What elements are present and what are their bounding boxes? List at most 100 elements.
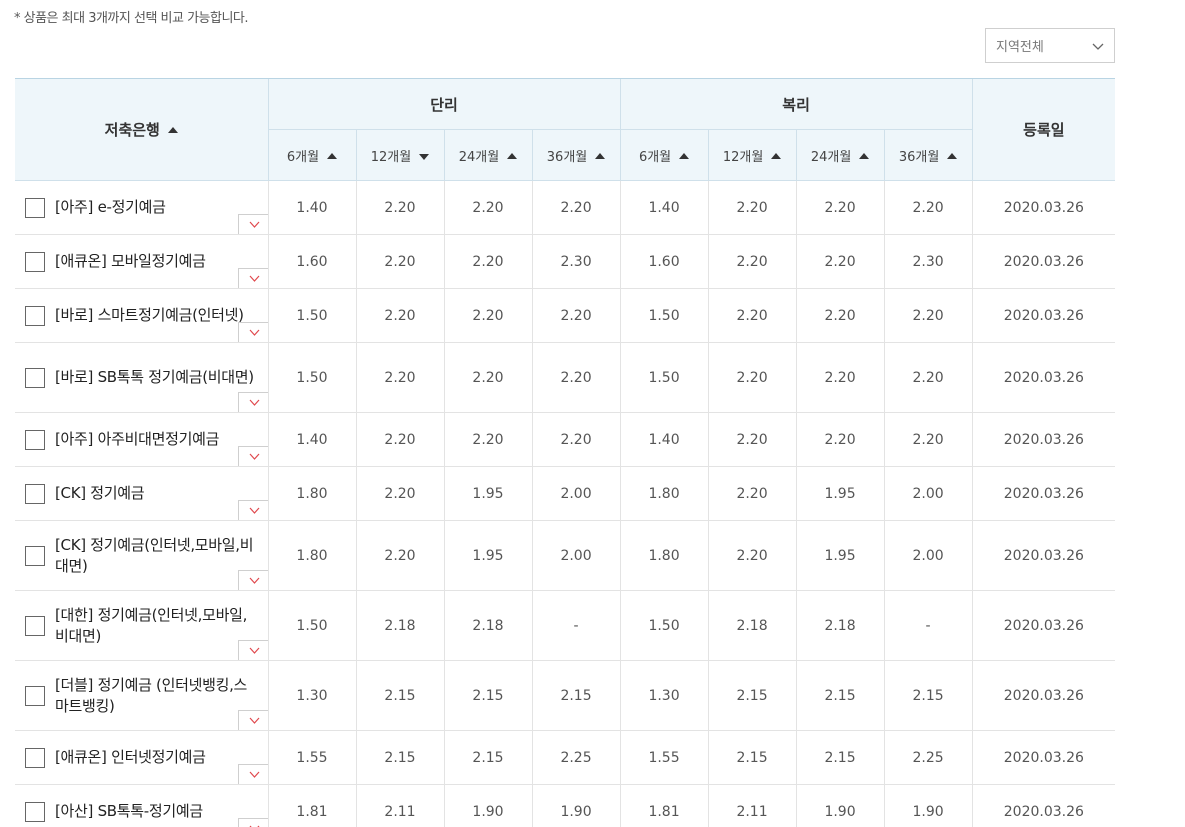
simple-rate-cell: 1.90 — [531, 784, 621, 827]
sort-asc-icon — [507, 152, 518, 159]
simple-rate-cell: 2.20 — [443, 412, 532, 467]
compound-rate-cell: 1.80 — [619, 466, 709, 521]
simple-rate-cell: 2.20 — [443, 342, 532, 413]
compare-checkbox[interactable] — [25, 747, 45, 768]
registered-date-cell: 2020.03.26 — [971, 466, 1116, 521]
simple-term-header-3[interactable]: 36개월 — [531, 129, 621, 181]
compound-term-header-2[interactable]: 24개월 — [795, 129, 885, 181]
compound-rate-cell: 1.90 — [795, 784, 885, 827]
simple-rate-cell: 2.20 — [531, 412, 621, 467]
simple-rate-cell: 2.20 — [443, 234, 532, 289]
simple-rate-cell: 2.00 — [531, 466, 621, 521]
simple-rate-cell: 2.20 — [355, 342, 444, 413]
compare-checkbox[interactable] — [25, 615, 45, 636]
compare-checkbox[interactable] — [25, 367, 45, 388]
simple-term-header-0[interactable]: 6개월 — [267, 129, 356, 181]
compound-term-header-1[interactable]: 12개월 — [707, 129, 797, 181]
registered-date-cell: 2020.03.26 — [971, 520, 1116, 591]
expand-details-button[interactable] — [237, 818, 268, 827]
expand-details-button[interactable] — [237, 214, 268, 234]
compare-checkbox[interactable] — [25, 305, 45, 326]
region-select[interactable]: 지역전체 — [985, 28, 1115, 63]
simple-rate-cell: 2.20 — [355, 180, 444, 235]
simple-rate-cell: 2.00 — [531, 520, 621, 591]
bank-column-header[interactable]: 저축은행 — [15, 78, 268, 181]
table-row: [CK] 정기예금(인터넷,모바일,비대면) 1.80 2.20 1.95 2.00 1.… — [15, 520, 1116, 591]
product-cell: [아산] SB톡톡-정기예금 — [15, 784, 268, 827]
compound-rate-cell: 2.20 — [707, 288, 797, 343]
product-name: [아주] 아주비대면정기예금 — [55, 430, 220, 448]
product-name-wrap: [아산] SB톡톡-정기예금 — [25, 801, 256, 822]
simple-rate-cell: 2.20 — [355, 466, 444, 521]
term-label: 6개월 — [638, 149, 672, 165]
expand-details-button[interactable] — [237, 764, 268, 784]
compare-checkbox[interactable] — [25, 483, 45, 504]
simple-rate-cell: 1.95 — [443, 466, 532, 521]
compound-rate-cell: 2.11 — [707, 784, 797, 827]
simple-rate-cell: 1.60 — [267, 234, 356, 289]
expand-details-button[interactable] — [237, 570, 268, 590]
expand-details-button[interactable] — [237, 392, 268, 412]
simple-rate-cell: 2.20 — [355, 288, 444, 343]
compare-checkbox[interactable] — [25, 197, 45, 218]
compound-rate-cell: 1.40 — [619, 412, 709, 467]
simple-rate-cell: 1.40 — [267, 180, 356, 235]
sort-asc-icon — [859, 152, 870, 159]
expand-details-button[interactable] — [237, 640, 268, 660]
chevron-down-icon — [249, 329, 259, 336]
product-cell: [바로] SB톡톡 정기예금(비대면) — [15, 342, 268, 413]
product-cell: [애큐온] 모바일정기예금 — [15, 234, 268, 289]
simple-term-header-2[interactable]: 24개월 — [443, 129, 532, 181]
product-name: [바로] SB톡톡 정기예금(비대면) — [55, 368, 254, 386]
simple-term-header-1[interactable]: 12개월 — [355, 129, 444, 181]
product-name: [애큐온] 인터넷정기예금 — [55, 748, 206, 766]
chevron-down-icon — [249, 647, 259, 654]
table-row: [바로] 스마트정기예금(인터넷) 1.50 2.20 2.20 2.20 1.50 2.2… — [15, 288, 1116, 343]
compare-checkbox[interactable] — [25, 685, 45, 706]
simple-rate-cell: 1.50 — [267, 590, 356, 661]
compound-rate-cell: 2.20 — [795, 234, 885, 289]
simple-rate-cell: 2.20 — [531, 342, 621, 413]
simple-rate-cell: 2.25 — [531, 730, 621, 785]
compound-rate-cell: 2.20 — [707, 520, 797, 591]
simple-interest-group-header: 단리 — [267, 78, 621, 130]
compound-term-header-0[interactable]: 6개월 — [619, 129, 709, 181]
product-cell: [CK] 정기예금 — [15, 466, 268, 521]
compare-checkbox[interactable] — [25, 801, 45, 822]
simple-rate-cell: 1.80 — [267, 520, 356, 591]
expand-details-button[interactable] — [237, 268, 268, 288]
compound-rate-cell: 2.20 — [707, 466, 797, 521]
compound-rate-cell: 2.15 — [795, 660, 885, 731]
compound-rate-cell: 1.40 — [619, 180, 709, 235]
expand-details-button[interactable] — [237, 710, 268, 730]
compound-term-header-3[interactable]: 36개월 — [883, 129, 973, 181]
simple-rate-cell: 2.15 — [443, 660, 532, 731]
expand-details-button[interactable] — [237, 322, 268, 342]
expand-details-button[interactable] — [237, 446, 268, 466]
product-cell: [애큐온] 인터넷정기예금 — [15, 730, 268, 785]
compare-checkbox[interactable] — [25, 429, 45, 450]
simple-rate-cell: 1.95 — [443, 520, 532, 591]
table-row: [아산] SB톡톡-정기예금 1.81 2.11 1.90 1.90 1.81 2.11 1.… — [15, 784, 1116, 827]
compare-checkbox[interactable] — [25, 545, 45, 566]
simple-rate-cell: 2.20 — [355, 234, 444, 289]
registered-date-cell: 2020.03.26 — [971, 342, 1116, 413]
compound-rate-cell: 2.20 — [795, 288, 885, 343]
compound-rate-cell: 2.20 — [707, 412, 797, 467]
simple-rate-cell: 2.15 — [355, 660, 444, 731]
product-name-wrap: [더블] 정기예금 (인터넷뱅킹,스마트뱅킹) — [25, 675, 256, 717]
expand-details-button[interactable] — [237, 500, 268, 520]
compare-notice: * 상품은 최대 3개까지 선택 비교 가능합니다. — [14, 11, 249, 26]
simple-rate-cell: 2.11 — [355, 784, 444, 827]
simple-rate-cell: 2.30 — [531, 234, 621, 289]
sort-asc-icon — [771, 152, 782, 159]
compound-rate-cell: 2.20 — [795, 342, 885, 413]
compound-rate-cell: 2.18 — [795, 590, 885, 661]
chevron-down-icon — [249, 717, 259, 724]
compound-rate-cell: 1.50 — [619, 342, 709, 413]
chevron-down-icon — [249, 275, 259, 282]
compare-checkbox[interactable] — [25, 251, 45, 272]
term-label: 6개월 — [286, 149, 320, 165]
sort-asc-icon — [595, 152, 606, 159]
compound-rate-cell: 1.60 — [619, 234, 709, 289]
